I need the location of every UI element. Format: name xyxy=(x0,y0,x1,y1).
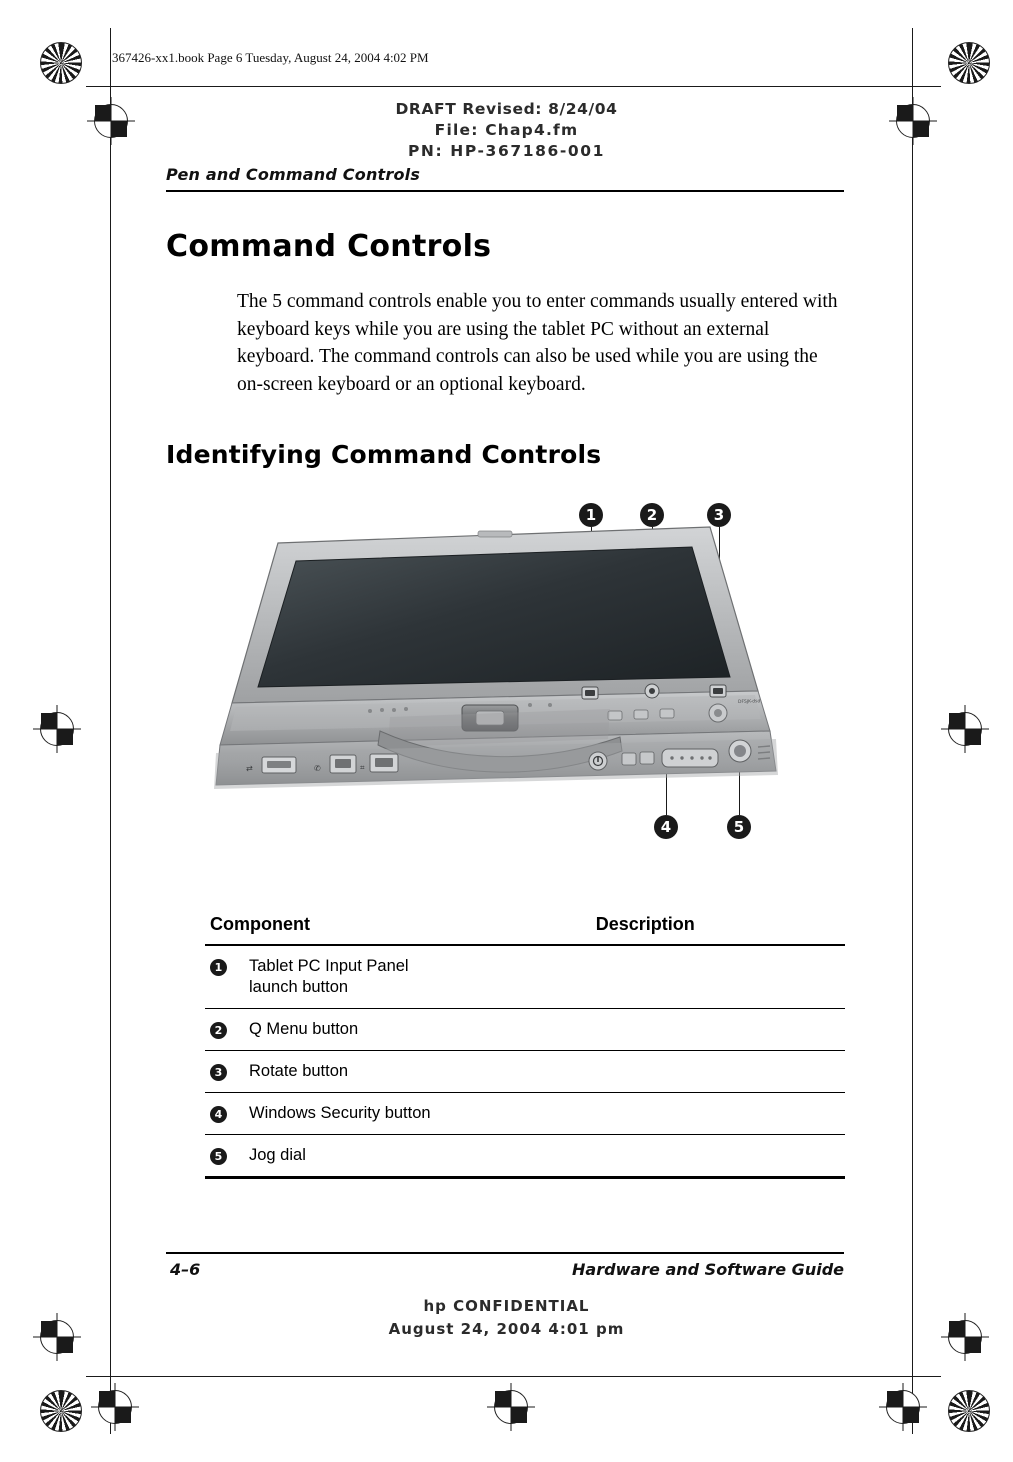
table-row-description: Rotate button xyxy=(244,1050,845,1093)
running-head: Pen and Command Controls xyxy=(166,165,421,184)
numbered-bullet-5: 5 xyxy=(210,1148,227,1165)
table-row-description: Jog dial xyxy=(244,1134,845,1179)
table-row-number: 1 xyxy=(205,945,244,1009)
numbered-bullet-2: 2 xyxy=(210,1022,227,1039)
table-header-row: Component Description xyxy=(205,910,845,946)
draft-pn-line: PN: HP-367186-001 xyxy=(407,142,606,160)
intro-paragraph: The 5 command controls enable you to ent… xyxy=(237,291,838,395)
table-row: 5 Jog dial xyxy=(205,1134,845,1179)
table-row-number: 3 xyxy=(205,1050,244,1093)
svg-text:⇄: ⇄ xyxy=(246,764,253,773)
footer-rule xyxy=(166,1252,844,1254)
confidential-line-2: August 24, 2004 4:01 pm xyxy=(388,1320,625,1338)
page-title: Command Controls xyxy=(166,229,492,264)
header-rule xyxy=(166,190,844,192)
table-row-number: 5 xyxy=(205,1134,244,1179)
table-row-description: Tablet PC Input Panel launch button xyxy=(244,945,845,1009)
file-slug-line: 367426-xx1.book Page 6 Tuesday, August 2… xyxy=(112,50,429,65)
figure-code-text: DFSJK-dsd xyxy=(738,698,761,705)
table-row: 2 Q Menu button xyxy=(205,1008,845,1051)
document-page: 367426-xx1.book Page 6 Tuesday, August 2… xyxy=(0,0,1013,1462)
draft-stamp: DRAFT Revised: 8/24/04 File: Chap4.fm PN… xyxy=(0,99,1013,162)
section-heading: Identifying Command Controls xyxy=(166,440,602,469)
confidential-line-1: hp CONFIDENTIAL xyxy=(423,1297,590,1315)
table-row-description: Q Menu button xyxy=(244,1008,845,1051)
tablet-pc-illustration: ⇄ ✆ ⌗ DFSJK-dsd xyxy=(214,526,778,789)
numbered-bullet-4: 4 xyxy=(210,1106,227,1123)
guide-title: Hardware and Software Guide xyxy=(572,1260,844,1279)
draft-file-line: File: Chap4.fm xyxy=(434,121,579,139)
svg-text:✆: ✆ xyxy=(314,764,321,773)
svg-text:⌗: ⌗ xyxy=(360,763,365,772)
table-row-number: 4 xyxy=(205,1092,244,1135)
table-row-description: Windows Security button xyxy=(244,1092,845,1135)
table-row-number: 2 xyxy=(205,1008,244,1051)
table-row: 4 Windows Security button xyxy=(205,1092,845,1135)
tablet-pc-figure: 1 2 3 4 5 ⇄ ✆ ⌗ DFSJK-dsd xyxy=(210,495,810,865)
draft-revision-line: DRAFT Revised: 8/24/04 xyxy=(395,100,618,118)
component-description-table: Component Description 1 Tablet PC Input … xyxy=(205,910,845,1179)
numbered-bullet-3: 3 xyxy=(210,1064,227,1081)
table-row: 1 Tablet PC Input Panel launch button xyxy=(205,945,845,1009)
table-header-description: Description xyxy=(337,910,845,946)
table-row: 3 Rotate button xyxy=(205,1050,845,1093)
page-number: 4–6 xyxy=(170,1260,201,1279)
numbered-bullet-1: 1 xyxy=(210,959,227,976)
table-header-component: Component xyxy=(205,910,338,946)
confidential-stamp: hp CONFIDENTIAL August 24, 2004 4:01 pm xyxy=(0,1295,1013,1341)
